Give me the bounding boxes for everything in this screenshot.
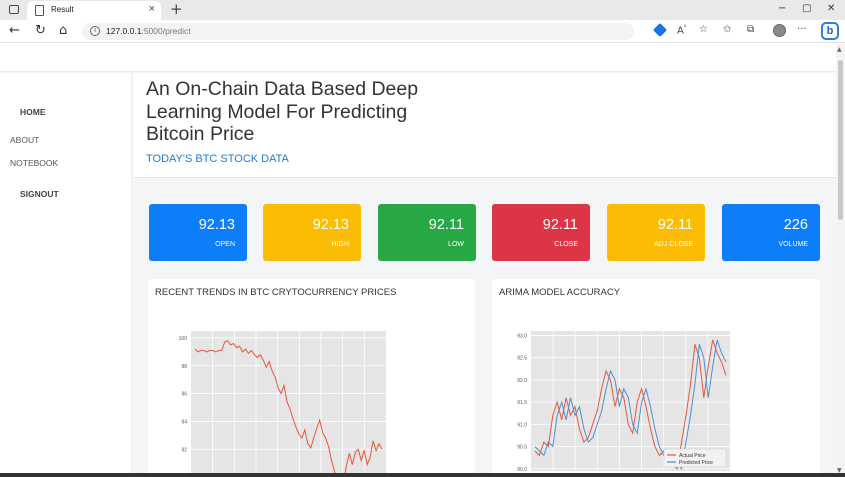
- card-adj-close: 92.11 ADJ CLOSE: [607, 204, 705, 261]
- favorites-icon[interactable]: ✩: [723, 24, 731, 35]
- page-header: An On-Chain Data Based Deep Learning Mod…: [133, 73, 836, 178]
- card-label: CLOSE: [554, 241, 578, 248]
- y-tick-label: 92.5: [517, 356, 527, 362]
- vertical-scrollbar[interactable]: ▲ ▼: [836, 44, 845, 477]
- card-value: 92.11: [542, 217, 578, 233]
- y-tick-label: 96: [181, 392, 187, 398]
- back-icon[interactable]: ←: [9, 23, 20, 38]
- new-tab-icon[interactable]: +: [170, 0, 183, 18]
- card-label: HIGH: [331, 241, 350, 248]
- browser-title-bar: Result × + − ▢ ✕: [0, 0, 845, 20]
- y-tick-label: 92: [181, 447, 187, 453]
- card-label: OPEN: [215, 241, 235, 248]
- btc-trend-chart: 1009896949290: [179, 331, 386, 477]
- plot-area: [191, 331, 386, 477]
- y-tick-label: 94: [181, 419, 187, 425]
- page-title: An On-Chain Data Based Deep Learning Mod…: [146, 78, 419, 145]
- y-tick-label: 92.0: [517, 378, 527, 384]
- card-value: 92.13: [198, 217, 235, 233]
- url-field[interactable]: i 127.0.0.1:5000/predict: [82, 23, 634, 40]
- tab-title: Result: [51, 5, 74, 14]
- scroll-up-icon[interactable]: ▲: [837, 46, 842, 53]
- url-text[interactable]: 127.0.0.1:5000/predict: [106, 26, 191, 36]
- card-value: 92.11: [657, 217, 693, 233]
- legend-label: Predicted Price: [679, 460, 713, 466]
- card-volume: 226 VOLUME: [722, 204, 820, 261]
- card-close: 92.11 CLOSE: [492, 204, 590, 261]
- favorite-star-icon[interactable]: ☆: [699, 24, 708, 35]
- card-label: LOW: [448, 241, 464, 248]
- trends-panel: RECENT TRENDS IN BTC CRYTOCURRENCY PRICE…: [148, 279, 475, 477]
- page-viewport: HOME ABOUT NOTEBOOK SIGNOUT An On-Chain …: [0, 44, 836, 477]
- card-value: 226: [783, 217, 808, 233]
- more-options-icon[interactable]: ···: [797, 24, 807, 35]
- y-tick-label: 98: [181, 364, 187, 370]
- url-host: 127.0.0.1: [106, 26, 142, 36]
- arima-panel: ARIMA MODEL ACCURACY 93.0 92.5 92.0 91.5 91.…: [492, 279, 820, 477]
- sidebar-item-home[interactable]: HOME: [20, 107, 46, 117]
- browser-tab[interactable]: Result ×: [27, 1, 161, 20]
- profile-avatar-icon[interactable]: [773, 24, 786, 37]
- sidebar-item-about[interactable]: ABOUT: [10, 135, 39, 145]
- maximize-icon[interactable]: ▢: [802, 3, 811, 14]
- card-label: VOLUME: [778, 241, 808, 248]
- card-open: 92.13 OPEN: [149, 204, 247, 261]
- url-path: :5000/predict: [141, 26, 191, 36]
- y-tick-label: 100: [179, 336, 188, 342]
- collections-icon[interactable]: ⧉: [747, 24, 754, 35]
- bottom-edge: [0, 473, 845, 477]
- bing-icon[interactable]: b: [821, 22, 839, 40]
- card-label: ADJ CLOSE: [654, 241, 693, 248]
- y-tick-label: 90.0: [517, 467, 527, 473]
- card-low: 92.11 LOW: [378, 204, 476, 261]
- sidebar-item-signout[interactable]: SIGNOUT: [20, 189, 59, 199]
- window-menu-icon[interactable]: [9, 5, 19, 14]
- address-bar: ← ↻ ⌂ i 127.0.0.1:5000/predict Aᴬ ☆ ✩ ⧉ …: [0, 20, 845, 43]
- info-icon[interactable]: i: [90, 26, 100, 36]
- card-value: 92.13: [312, 217, 349, 233]
- card-value: 92.11: [428, 217, 464, 233]
- y-tick-label: 93.0: [517, 333, 527, 339]
- read-aloud-icon[interactable]: Aᴬ: [677, 24, 686, 36]
- page-subtitle: TODAY'S BTC STOCK DATA: [146, 153, 289, 165]
- top-navbar: [0, 44, 836, 72]
- sidebar-item-notebook[interactable]: NOTEBOOK: [10, 158, 58, 168]
- arima-accuracy-chart: 93.0 92.5 92.0 91.5 91.0 90.5 90.0 Actual Price…: [517, 331, 730, 473]
- y-tick-label: 90.5: [517, 445, 527, 451]
- legend-label: Actual Price: [679, 453, 706, 459]
- home-icon[interactable]: ⌂: [59, 23, 67, 38]
- minimize-icon[interactable]: −: [778, 3, 786, 14]
- scrollbar-thumb[interactable]: [838, 60, 843, 220]
- card-high: 92.13 HIGH: [263, 204, 361, 261]
- close-tab-icon[interactable]: ×: [149, 3, 155, 15]
- y-tick-label: 91.0: [517, 422, 527, 428]
- close-window-icon[interactable]: ✕: [827, 3, 835, 14]
- y-tick-label: 91.5: [517, 400, 527, 406]
- tag-icon[interactable]: [652, 22, 668, 38]
- sidebar: HOME ABOUT NOTEBOOK SIGNOUT: [0, 73, 132, 477]
- refresh-icon[interactable]: ↻: [35, 23, 46, 38]
- page-icon: [35, 5, 44, 16]
